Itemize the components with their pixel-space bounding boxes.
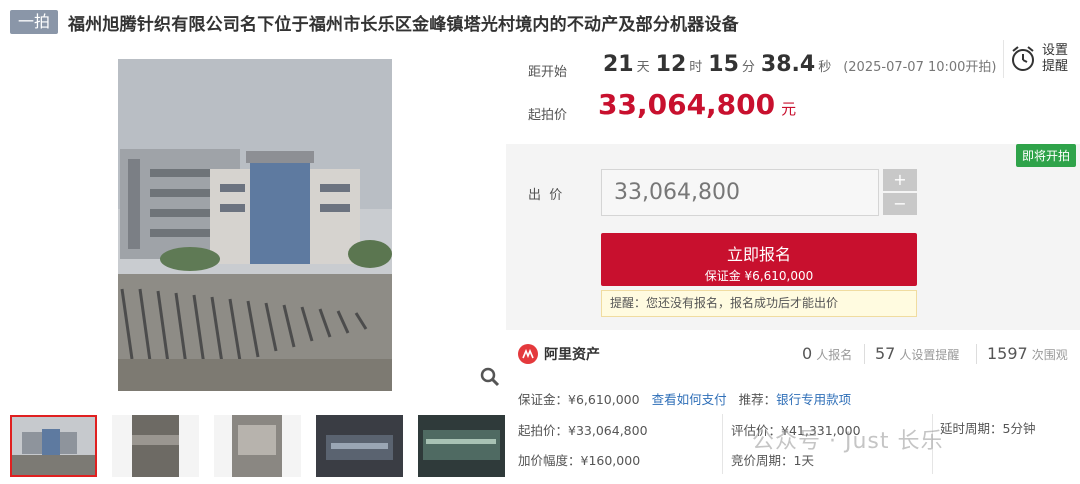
start-price-unit: 元 xyxy=(781,100,797,118)
thumbnail-strip xyxy=(10,415,505,479)
reminders-count: 57 xyxy=(875,344,896,363)
status-badge: 即将开拍 xyxy=(1015,144,1076,167)
countdown-days: 21 xyxy=(603,52,634,77)
increase-bid-button[interactable]: + xyxy=(883,169,917,191)
signups-label: 人报名 xyxy=(816,348,853,362)
auction-type-tag: 一拍 xyxy=(10,10,59,34)
signup-hint: 提醒：您还没有报名，报名成功后才能出价 xyxy=(601,290,917,317)
bank-payment-link[interactable]: 银行专用款项 xyxy=(776,392,851,407)
bid-amount-input[interactable]: 33,064,800 xyxy=(601,169,879,216)
bid-panel: 即将开拍 出 价 33,064,800 + − 立即报名 保证金 ¥6,610,… xyxy=(506,144,1080,330)
zoom-icon[interactable] xyxy=(478,365,502,389)
countdown-minutes-unit: 分 xyxy=(741,60,755,75)
ali-assets-logo-icon xyxy=(518,344,538,364)
start-time-note: (2025-07-07 10:00开拍) xyxy=(843,60,997,75)
delay-detail: 延时周期：5分钟 xyxy=(940,421,1036,436)
alarm-clock-icon xyxy=(1012,46,1034,71)
set-reminder-label: 设置提醒 xyxy=(1042,43,1069,74)
views-stat: 1597 次围观 xyxy=(987,344,1068,363)
signup-deposit: 保证金 ¥6,610,000 xyxy=(704,269,814,283)
watermark: 公众号 · Just 长乐 xyxy=(752,429,944,454)
countdown-hours: 12 xyxy=(655,52,687,77)
countdown-seconds-unit: 秒 xyxy=(818,60,832,75)
start-price-detail: 起拍价：¥33,064,800 xyxy=(518,423,648,438)
reminders-label: 人设置提醒 xyxy=(899,348,960,362)
countdown-seconds: 38.4 xyxy=(760,52,816,77)
views-count: 1597 xyxy=(987,344,1028,363)
thumbnail-5[interactable] xyxy=(418,415,505,477)
signups-stat: 0 人报名 xyxy=(802,344,852,363)
views-label: 次围观 xyxy=(1031,348,1068,362)
signup-label: 立即报名 xyxy=(726,245,791,264)
main-photo[interactable] xyxy=(10,59,504,391)
stat-divider xyxy=(864,344,865,364)
increment-detail: 加价幅度：¥160,000 xyxy=(518,453,641,468)
detail-divider xyxy=(722,414,723,474)
countdown-hours-unit: 时 xyxy=(689,60,703,75)
thumbnail-2[interactable] xyxy=(112,415,199,477)
bid-label: 出 价 xyxy=(528,188,563,203)
countdown: 21 天 12 时 15 分 38.4 秒 (2025-07-07 10:00开… xyxy=(603,52,997,77)
deposit-info: 保证金：¥6,610,000 查看如何支付 推荐：银行专用款项 xyxy=(518,389,851,408)
thumbnail-4[interactable] xyxy=(316,415,403,477)
thumbnail-1[interactable] xyxy=(10,415,97,477)
start-price-value: 33,064,800 xyxy=(598,88,776,121)
page-title: 福州旭腾针织有限公司名下位于福州市长乐区金峰镇塔光村境内的不动产及部分机器设备 xyxy=(68,14,739,35)
signup-button[interactable]: 立即报名 保证金 ¥6,610,000 xyxy=(601,233,917,286)
recommend-label: 推荐： xyxy=(738,392,777,407)
platform-brand: 阿里资产 xyxy=(518,344,600,364)
countdown-minutes: 15 xyxy=(708,52,739,77)
building-photo xyxy=(10,59,504,391)
set-reminder-button[interactable]: 设置提醒 xyxy=(1003,40,1073,78)
title-bar: 一拍 福州旭腾针织有限公司名下位于福州市长乐区金峰镇塔光村境内的不动产及部分机器… xyxy=(10,8,739,36)
countdown-label: 距开始 xyxy=(528,65,568,80)
start-price: 33,064,800 元 xyxy=(598,88,796,121)
platform-name: 阿里资产 xyxy=(544,347,600,363)
start-price-label: 起拍价 xyxy=(528,108,568,123)
thumbnail-3[interactable] xyxy=(214,415,301,477)
reminders-stat: 57 人设置提醒 xyxy=(875,344,959,363)
stat-divider xyxy=(976,344,977,364)
decrease-bid-button[interactable]: − xyxy=(883,193,917,215)
deposit-text: 保证金：¥6,610,000 xyxy=(518,392,640,407)
signups-count: 0 xyxy=(802,344,813,363)
countdown-days-unit: 天 xyxy=(636,60,650,75)
how-to-pay-link[interactable]: 查看如何支付 xyxy=(652,392,727,407)
